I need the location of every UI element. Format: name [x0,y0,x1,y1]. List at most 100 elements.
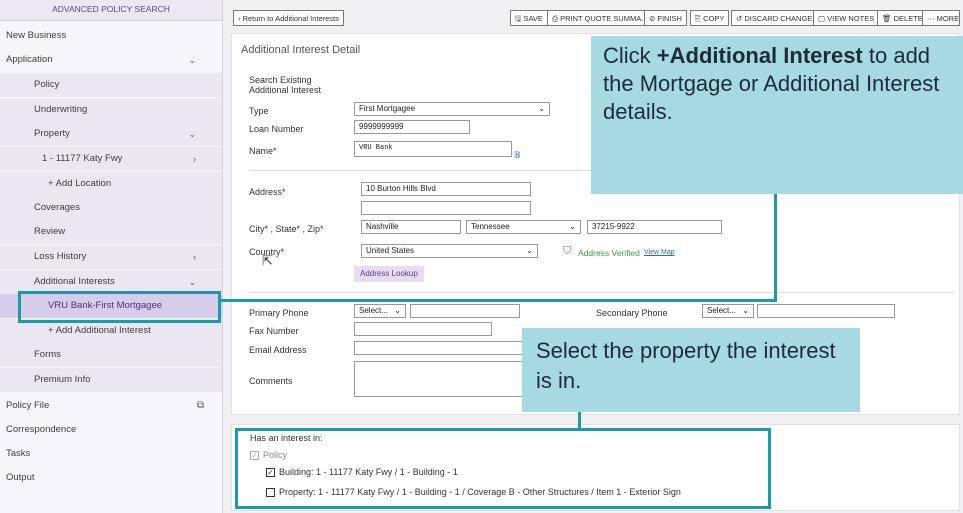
nav-label: Review [34,226,66,237]
nav-label: Application [6,54,53,65]
connector-line [774,192,777,302]
callout-bold-text: +Additional Interest [656,43,863,68]
comments-textarea[interactable] [354,361,530,397]
search-existing-label: Search Existing Additional Interest [249,75,322,95]
state-select-value: Tennessee [471,222,510,231]
address-lookup-button[interactable]: Address Lookup [354,266,424,282]
delete-label: DELETE [893,14,923,23]
save-label: SAVE [523,14,543,23]
chevron-down-icon: ⌄ [188,55,196,65]
name-label: Name* [249,146,277,156]
nav-policy[interactable]: Policy [0,73,222,97]
copy-label: COPY [703,14,725,23]
address-line-2-input[interactable] [361,201,531,215]
nav-label: Policy [34,79,60,90]
address-line-1-input[interactable]: 10 Burton Hills Blvd [361,182,531,196]
nav-label: Coverages [34,202,80,213]
primary-phone-input[interactable] [410,304,520,318]
sidebar: ADVANCED POLICY SEARCH New Business Appl… [0,0,223,513]
nav-location-1[interactable]: 1 - 11177 Katy Fwy › [0,147,222,171]
nav-label: Underwriting [34,104,88,115]
nav-add-location[interactable]: + Add Location [0,172,222,196]
address-verified-text: Address Verified [578,248,640,258]
type-label: Type [249,106,269,116]
return-button[interactable]: ‹ Return to Additional Interests [233,10,344,26]
chevron-down-icon: ⌄ [188,129,196,139]
more-button[interactable]: ⋯ MORE [922,10,960,26]
copy-button[interactable]: ⎘ COPY [690,10,730,26]
primary-phone-type-select[interactable]: Select... ⌄ [354,304,406,318]
nav-coverages[interactable]: Coverages [0,196,222,220]
state-select[interactable]: Tennessee ⌄ [466,220,581,234]
nav-premium-info[interactable]: Premium Info [0,368,222,392]
secondary-phone-input[interactable] [757,304,895,318]
nav-tasks[interactable]: Tasks [0,442,222,466]
nav-policy-file[interactable]: Policy File ⧉ [0,394,222,418]
zip-input[interactable]: 37215-9922 [587,220,722,234]
view-map-link[interactable]: View Map [644,249,675,256]
nav-label: + Add Location [48,178,112,189]
nav-review[interactable]: Review [0,220,222,244]
chevron-down-icon: ⌄ [526,246,533,255]
print-quote-button[interactable]: ⎙ PRINT QUOTE SUMMA... [547,10,653,26]
secondary-phone-type-value: Select... [707,306,736,315]
notes-icon: ▢ [818,14,828,23]
chevron-down-icon: ⌄ [569,222,576,231]
external-link-icon: ⧉ [196,400,204,411]
city-input[interactable]: Nashville [361,220,461,234]
search-lookup-icon[interactable]: 𝔹 [514,150,521,161]
trash-icon: 🗑 [882,14,894,23]
advanced-policy-search-link[interactable]: ADVANCED POLICY SEARCH [0,0,222,21]
type-select[interactable]: First Mortgagee ⌄ [354,102,550,116]
callout-add-interest: Click +Additional Interest to add the Mo… [591,36,963,194]
view-notes-button[interactable]: ▢ VIEW NOTES [813,10,880,26]
callout-select-property: Select the property the interest is in. [522,328,860,412]
page-title: Additional Interest Detail [241,44,361,56]
comments-label: Comments [249,376,293,386]
name-input[interactable]: VRU Bank [354,141,512,157]
nav-label: Policy File [6,400,50,411]
nav-label: Forms [34,349,61,360]
secondary-phone-label: Secondary Phone [596,308,668,318]
finish-label: FINISH [657,14,682,23]
email-address-input[interactable] [354,341,530,355]
nav-loss-history[interactable]: Loss History › [0,245,222,269]
nav-forms[interactable]: Forms [0,343,222,367]
discard-changes-button[interactable]: ↺ DISCARD CHANGES [731,10,823,26]
notes-label: VIEW NOTES [827,14,875,23]
type-select-value: First Mortgagee [359,104,416,113]
connector-line [220,299,777,302]
copy-icon: ⎘ [695,14,704,23]
nav-underwriting[interactable]: Underwriting [0,98,222,122]
chevron-right-icon: › [193,252,196,262]
nav-label: New Business [6,30,67,41]
nav-label: + Add Additional Interest [48,325,151,336]
secondary-phone-type-select[interactable]: Select... ⌄ [702,304,754,318]
nav-new-business[interactable]: New Business [0,24,222,48]
print-icon: ⎙ [552,14,561,23]
shield-check-icon: ⛉ [563,245,572,257]
loan-number-input[interactable]: 9999999999 [354,120,470,134]
nav-label: 1 - 11177 Katy Fwy [42,153,123,164]
nav-property[interactable]: Property ⌄ [0,122,222,146]
address-label: Address* [249,187,286,197]
ellipsis-icon: ⋯ [927,14,937,23]
print-label: PRINT QUOTE SUMMA... [560,14,648,23]
nav-output[interactable]: Output [0,466,222,490]
loan-number-label: Loan Number [249,124,304,134]
nav-application[interactable]: Application ⌄ [0,48,222,72]
nav-label: Correspondence [6,424,77,435]
chevron-right-icon: › [193,154,196,164]
city-state-zip-label: City* , State* , Zip* [249,224,324,234]
connector-line [578,412,581,429]
fax-number-input[interactable] [354,322,492,336]
delete-button[interactable]: 🗑 DELETE [877,10,928,26]
save-button[interactable]: 🖫 SAVE [510,10,548,26]
divider [249,292,955,293]
nav-label: Tasks [6,448,31,459]
primary-phone-label: Primary Phone [249,308,309,318]
finish-button[interactable]: ⊘ FINISH [644,10,687,26]
country-select[interactable]: United States ⌄ [361,244,538,258]
mouse-cursor-icon: ⇱ [262,253,273,268]
nav-correspondence[interactable]: Correspondence [0,418,222,442]
